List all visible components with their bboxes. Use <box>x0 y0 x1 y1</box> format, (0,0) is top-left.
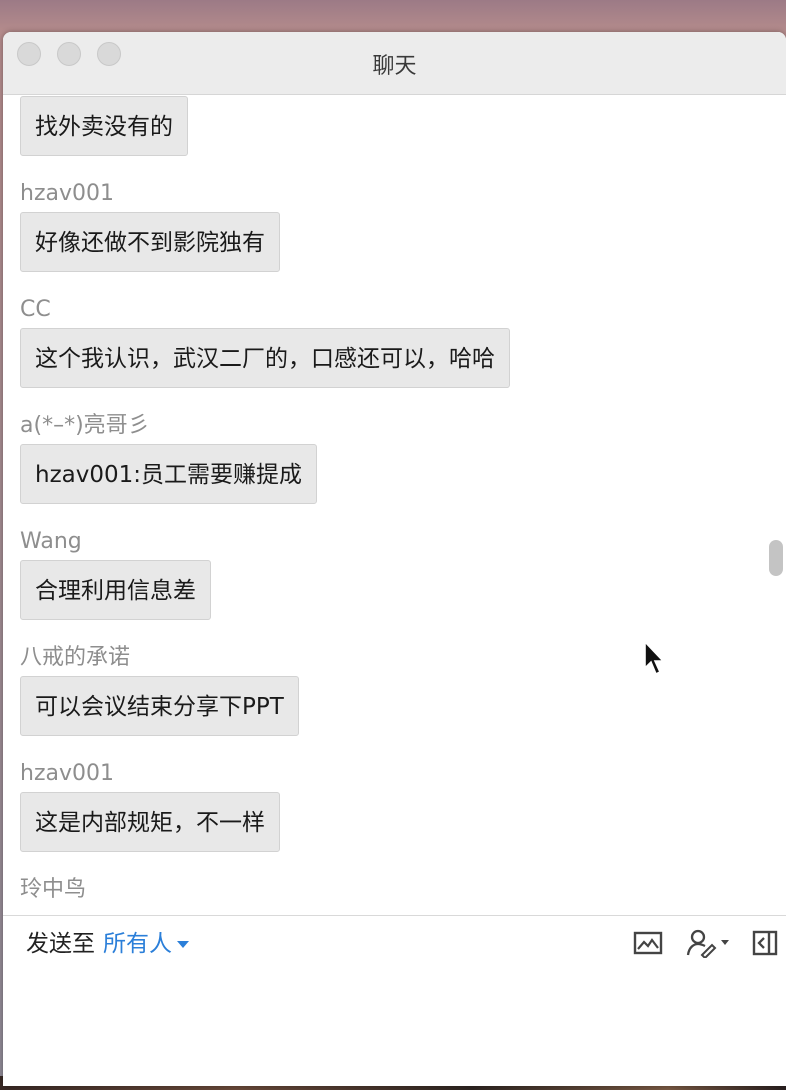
window-title: 聊天 <box>372 54 417 79</box>
recipient-dropdown[interactable]: 所有人 <box>103 931 189 957</box>
annotate-icon[interactable] <box>685 928 731 958</box>
message-sender: a(*–*)亮哥彡 <box>20 413 150 438</box>
mouse-cursor-icon <box>644 640 665 676</box>
message-bubble[interactable]: 这个我认识，武汉二厂的，口感还可以，哈哈 <box>20 328 510 388</box>
image-icon[interactable] <box>633 928 663 958</box>
message-bubble[interactable]: 这是内部规矩，不一样 <box>20 792 280 852</box>
message-list[interactable]: 找外卖没有的 hzav001 好像还做不到影院独有 CC 这个我认识，武汉二厂的… <box>3 95 786 915</box>
chevron-down-icon <box>177 941 189 948</box>
message-item: hzav001 好像还做不到影院独有 <box>20 176 510 272</box>
message-item: a(*–*)亮哥彡 hzav001:员工需要赚提成 <box>20 408 510 504</box>
message-item: 八戒的承诺 可以会议结束分享下PPT <box>20 640 510 736</box>
message-sender: hzav001 <box>20 181 114 206</box>
message-sender: 玲中鸟 <box>20 877 87 902</box>
message-sender: Wang <box>20 529 82 554</box>
message-item: CC 这个我认识，武汉二厂的，口感还可以，哈哈 <box>20 292 510 388</box>
message-bubble[interactable]: hzav001:员工需要赚提成 <box>20 444 318 504</box>
message-sender: hzav001 <box>20 761 114 786</box>
message-input[interactable] <box>23 976 766 1076</box>
chat-window: 聊天 找外卖没有的 hzav001 好像还做不到影院独有 CC 这个我认识，武汉… <box>3 32 786 1086</box>
message-bubble[interactable]: 可以会议结束分享下PPT <box>20 676 299 736</box>
message-item: Wang 合理利用信息差 <box>20 524 510 620</box>
composer: 发送至 所有人 <box>3 915 786 1086</box>
recipient-label: 所有人 <box>103 931 172 957</box>
scrollbar-thumb[interactable] <box>769 540 783 576</box>
message-item: 找外卖没有的 <box>20 96 510 156</box>
exit-panel-icon[interactable] <box>751 928 779 958</box>
message-bubble[interactable]: 好像还做不到影院独有 <box>20 212 280 272</box>
send-to-label: 发送至 <box>26 931 95 957</box>
message-item: hzav001 这是内部规矩，不一样 <box>20 756 510 852</box>
title-bar[interactable]: 聊天 <box>3 32 786 95</box>
send-to: 发送至 所有人 <box>26 924 189 958</box>
message-bubble[interactable]: 找外卖没有的 <box>20 96 188 156</box>
message-bubble[interactable]: 合理利用信息差 <box>20 560 211 620</box>
message-sender: CC <box>20 297 51 322</box>
message-sender: 八戒的承诺 <box>20 645 131 670</box>
message-item: 玲中鸟 <box>20 872 510 908</box>
